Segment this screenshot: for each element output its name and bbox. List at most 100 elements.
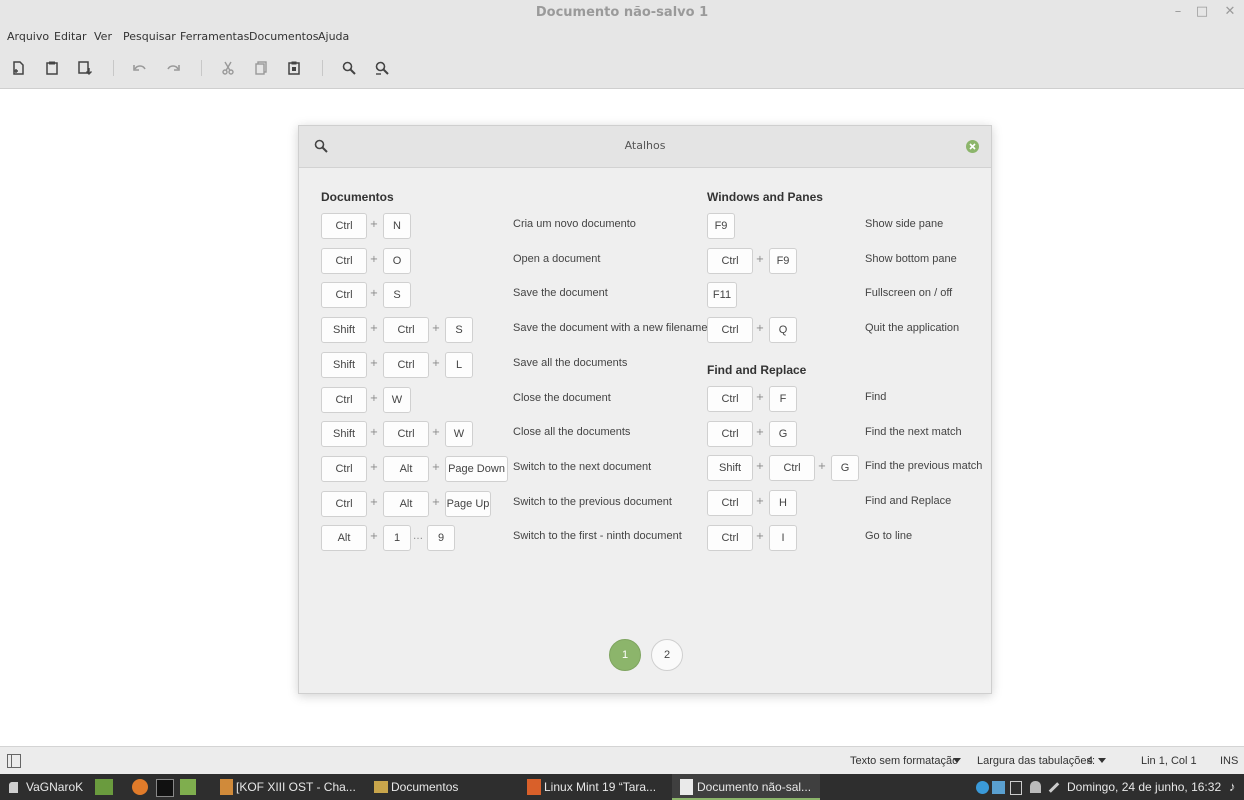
key-cap: F11 [707, 282, 737, 309]
key-cap: Shift [321, 317, 367, 344]
key-separator: + [369, 253, 379, 265]
new-document-icon[interactable] [8, 58, 28, 78]
taskbar: VaGNaroK [KOF XIII OST - Cha... Document… [0, 774, 1244, 800]
key-separator: + [369, 531, 379, 543]
files-icon[interactable] [180, 779, 196, 795]
terminal-icon[interactable] [156, 779, 174, 797]
key-cap: Ctrl [321, 386, 367, 413]
clock[interactable]: Domingo, 24 de junho, 16:32 [1067, 774, 1221, 800]
key-separator: + [369, 427, 379, 439]
menu-bar: Arquivo Editar Ver Pesquisar Ferramentas… [0, 26, 1244, 48]
shortcut-row: F9 Show side pane [707, 213, 1067, 239]
user-icon[interactable] [1030, 781, 1041, 793]
key-cap: S [445, 317, 473, 344]
key-cap: F9 [769, 247, 797, 274]
key-separator: + [431, 496, 441, 508]
page-2-button[interactable]: 2 [651, 639, 683, 671]
menu-arquivo[interactable]: Arquivo [7, 30, 49, 43]
cursor-position: Lin 1, Col 1 [1141, 755, 1197, 767]
shortcut-row: Ctrl + H Find and Replace [707, 490, 1067, 517]
maximize-button[interactable]: □ [1192, 3, 1212, 21]
shortcut-description: Find [865, 391, 887, 403]
menu-ajuda[interactable]: Ajuda [318, 30, 349, 43]
key-separator: + [369, 461, 379, 473]
shortcut-description: Save the document [513, 287, 608, 300]
chevron-down-icon [953, 758, 961, 763]
key-separator: + [755, 323, 765, 335]
minimize-button[interactable]: – [1168, 3, 1188, 21]
key-cap: S [383, 282, 411, 309]
key-cap: 9 [427, 525, 455, 552]
paste-icon[interactable] [284, 58, 304, 78]
search-icon[interactable] [339, 58, 359, 78]
key-separator: + [755, 496, 765, 508]
insert-mode: INS [1220, 755, 1239, 767]
toolbar-separator [322, 60, 323, 76]
shortcut-row: Shift + Ctrl + G Find the previous match [707, 455, 1067, 482]
key-cap: I [769, 524, 797, 551]
key-separator: + [817, 461, 827, 473]
key-cap: Ctrl [321, 455, 367, 482]
page-1-button[interactable]: 1 [609, 639, 641, 671]
menu-documentos[interactable]: Documentos [249, 30, 318, 43]
close-window-button[interactable]: ✕ [1220, 3, 1240, 21]
menu-editar[interactable]: Editar [54, 30, 87, 43]
telegram-icon[interactable] [976, 781, 989, 794]
key-separator: + [369, 219, 379, 230]
clipboard-icon[interactable] [1010, 781, 1022, 795]
key-separator: + [755, 461, 765, 473]
tab-width-label[interactable]: Largura das tabulações: [977, 755, 1095, 767]
key-cap: Ctrl [707, 386, 753, 412]
key-cap: Ctrl [383, 317, 429, 344]
desktop-icon[interactable] [95, 779, 113, 795]
key-separator: + [369, 496, 379, 508]
undo-icon[interactable] [130, 58, 150, 78]
key-separator: + [755, 253, 765, 265]
menu-logo-icon[interactable] [6, 779, 22, 795]
section-heading-windows-panes: Windows and Panes [707, 190, 823, 204]
key-separator: + [755, 530, 765, 542]
menu-ver[interactable]: Ver [94, 30, 112, 43]
shortcut-description: Go to line [865, 529, 913, 542]
open-icon[interactable] [42, 58, 62, 78]
language-selector[interactable]: Texto sem formatação [850, 755, 958, 767]
key-separator: … [413, 531, 423, 543]
network-icon[interactable] [992, 781, 1005, 794]
tab-width-value[interactable]: 4 [1087, 755, 1093, 767]
shortcut-description: Quit the application [865, 322, 960, 335]
copy-icon[interactable] [251, 58, 271, 78]
search-replace-icon[interactable] [372, 58, 392, 78]
menu-ferramentas[interactable]: Ferramentas [180, 30, 249, 43]
key-cap: Ctrl [383, 421, 429, 448]
save-as-icon[interactable] [75, 58, 95, 78]
music-note-icon[interactable]: ♪ [1229, 774, 1236, 800]
shortcut-description: Find the previous match [865, 460, 983, 473]
key-separator: + [755, 392, 765, 403]
cut-icon[interactable] [218, 58, 238, 78]
shortcut-row: Ctrl + G Find the next match [707, 420, 1067, 447]
shortcut-row: Ctrl + Q Quit the application [707, 317, 1067, 344]
pen-icon[interactable] [1048, 782, 1060, 793]
side-pane-toggle-icon[interactable] [7, 754, 21, 768]
user-menu[interactable]: VaGNaroK [26, 774, 83, 800]
key-cap: Shift [707, 455, 753, 482]
task-kof[interactable]: [KOF XIII OST - Cha... [236, 774, 356, 800]
key-cap: Page Down [445, 455, 508, 482]
section-heading-find-replace: Find and Replace [707, 363, 807, 377]
key-cap: Ctrl [321, 282, 367, 309]
close-icon[interactable] [966, 140, 979, 153]
key-cap: W [445, 421, 473, 448]
key-cap: F [769, 386, 797, 412]
task-linux-mint[interactable]: Linux Mint 19 “Tara... [544, 774, 656, 800]
menu-pesquisar[interactable]: Pesquisar [123, 30, 176, 43]
task-documento[interactable]: Documento não-sal... [697, 774, 811, 800]
redo-icon[interactable] [163, 58, 183, 78]
task-documentos[interactable]: Documentos [391, 774, 458, 800]
shortcuts-dialog: Atalhos Documentos Windows and Panes Fin… [298, 125, 992, 694]
key-separator: + [755, 426, 765, 438]
toolbar-separator [201, 60, 202, 76]
text-editor-icon [680, 779, 693, 795]
key-separator: + [369, 288, 379, 300]
firefox-icon[interactable] [132, 779, 148, 795]
key-cap: Q [769, 317, 797, 344]
